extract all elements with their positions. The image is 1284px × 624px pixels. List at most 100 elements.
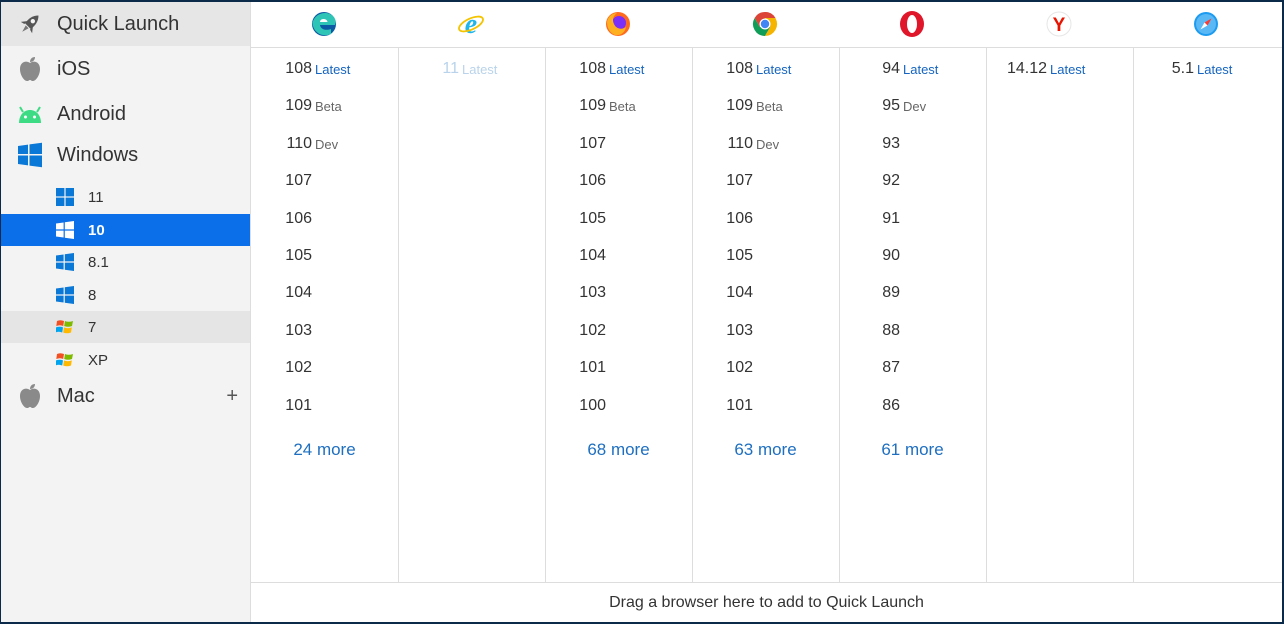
version-item[interactable]: 108 Latest	[251, 54, 398, 84]
version-item[interactable]: 104	[251, 278, 398, 308]
version-number: 107	[726, 172, 753, 190]
version-number: 5.1	[1171, 60, 1194, 77]
version-item[interactable]: 109 Beta	[692, 91, 839, 121]
sidebar-item-label: 10	[88, 221, 105, 239]
more-versions-link[interactable]: 24 more	[251, 440, 398, 460]
sidebar-item-mac[interactable]: Mac +	[1, 374, 250, 418]
version-item[interactable]: 102	[692, 353, 839, 383]
version-channel-tag: Beta	[756, 99, 783, 115]
version-item[interactable]: 101	[692, 391, 839, 421]
version-item[interactable]: 110 Dev	[251, 129, 398, 159]
sidebar-item-label: Android	[57, 102, 126, 125]
version-item[interactable]: 103	[692, 316, 839, 346]
sidebar-item-ios[interactable]: iOS	[1, 47, 250, 91]
windows-7-flag-icon	[54, 316, 76, 338]
version-channel-tag: Dev	[315, 136, 339, 152]
version-item[interactable]: 105	[251, 241, 398, 271]
expand-plus-icon[interactable]: +	[226, 385, 238, 408]
version-item[interactable]: 93	[839, 129, 986, 159]
version-number: 105	[579, 209, 606, 227]
sidebar-item-label: 8.1	[88, 253, 109, 271]
version-item[interactable]: 101	[545, 353, 692, 383]
version-number: 100	[579, 396, 606, 414]
version-number: 104	[726, 284, 753, 302]
sidebar-item-windows[interactable]: Windows	[1, 133, 250, 177]
version-item[interactable]: 94 Latest	[839, 54, 986, 84]
version-item[interactable]: 105	[545, 204, 692, 234]
firefox-icon[interactable]	[604, 10, 632, 38]
version-item[interactable]: 103	[545, 278, 692, 308]
version-number: 109	[726, 97, 753, 115]
version-number: 14.12	[1006, 60, 1047, 77]
version-item[interactable]: 101	[251, 391, 398, 421]
sidebar-item-windows-11[interactable]: 11	[1, 181, 250, 213]
version-item[interactable]: 102	[545, 316, 692, 346]
sidebar-item-label: Quick Launch	[57, 12, 180, 35]
more-versions-link[interactable]: 61 more	[839, 440, 986, 460]
version-item[interactable]: 90	[839, 241, 986, 271]
apple-icon	[15, 54, 45, 84]
version-item[interactable]: 95 Dev	[839, 91, 986, 121]
version-item[interactable]: 107	[692, 166, 839, 196]
version-item[interactable]: 106	[545, 166, 692, 196]
version-item[interactable]: 107	[545, 129, 692, 159]
windows-8-icon	[54, 284, 76, 306]
windows-11-icon	[54, 186, 76, 208]
sidebar-item-windows-xp[interactable]: XP	[1, 344, 250, 376]
more-versions-link[interactable]: 68 more	[545, 440, 692, 460]
version-item[interactable]: 86	[839, 391, 986, 421]
version-item[interactable]: 11 Latest	[398, 54, 545, 84]
version-number: 101	[285, 396, 312, 414]
quick-launch-drop-zone[interactable]: Drag a browser here to add to Quick Laun…	[251, 582, 1282, 622]
version-number: 102	[285, 359, 312, 377]
version-item[interactable]: 106	[692, 204, 839, 234]
version-number: 108	[579, 60, 606, 77]
version-channel-tag: Latest	[903, 62, 939, 77]
version-item[interactable]: 104	[545, 241, 692, 271]
version-item[interactable]: 100	[545, 391, 692, 421]
version-number: 104	[579, 247, 606, 264]
yandex-column: 14.12 Latest	[986, 48, 1134, 582]
sidebar-item-windows-8-1[interactable]: 8.1	[1, 246, 250, 278]
version-item[interactable]: 103	[251, 316, 398, 346]
version-item[interactable]: 105	[692, 241, 839, 271]
version-item[interactable]: 106	[251, 204, 398, 234]
version-item[interactable]: 109 Beta	[251, 91, 398, 121]
version-item[interactable]: 92	[839, 166, 986, 196]
version-item[interactable]: 108 Latest	[545, 54, 692, 84]
version-channel-tag: Beta	[315, 99, 342, 115]
version-item[interactable]: 104	[692, 278, 839, 308]
version-item[interactable]: 91	[839, 204, 986, 234]
version-item[interactable]: 5.1 Latest	[1133, 54, 1280, 84]
sidebar-item-label: 7	[88, 318, 97, 336]
safari-icon[interactable]	[1192, 10, 1220, 38]
version-item[interactable]: 107	[251, 166, 398, 196]
chrome-icon[interactable]	[751, 10, 779, 38]
version-item[interactable]: 109 Beta	[545, 91, 692, 121]
windows-10-icon	[54, 219, 76, 241]
version-item[interactable]: 14.12 Latest	[986, 54, 1133, 84]
more-versions-link[interactable]: 63 more	[692, 440, 839, 460]
sidebar-item-windows-8[interactable]: 8	[1, 279, 250, 311]
version-item[interactable]: 87	[839, 353, 986, 383]
version-number: 95	[882, 97, 900, 115]
internet-explorer-icon[interactable]: e	[457, 10, 485, 38]
apple-icon	[15, 381, 45, 411]
firefox-column: 108 Latest 109 Beta 107 106 105 104 103 102 101 100…	[545, 48, 693, 582]
version-item[interactable]: 108 Latest	[692, 54, 839, 84]
edge-icon[interactable]	[310, 10, 338, 38]
opera-icon[interactable]	[898, 10, 926, 38]
version-number: 91	[882, 209, 900, 227]
sidebar-item-windows-10[interactable]: 10	[1, 214, 250, 246]
rocket-icon	[15, 9, 45, 39]
yandex-icon[interactable]: Y	[1045, 10, 1073, 38]
version-item[interactable]: 102	[251, 353, 398, 383]
sidebar-item-label: XP	[88, 351, 109, 369]
sidebar-item-quick-launch[interactable]: Quick Launch	[1, 2, 250, 46]
sidebar-item-windows-7[interactable]: 7	[1, 311, 250, 343]
version-item[interactable]: 88	[839, 316, 986, 346]
sidebar-item-label: 8	[88, 286, 97, 304]
version-item[interactable]: 89	[839, 278, 986, 308]
version-item[interactable]: 110 Dev	[692, 129, 839, 159]
sidebar-item-android[interactable]: Android	[1, 92, 250, 136]
